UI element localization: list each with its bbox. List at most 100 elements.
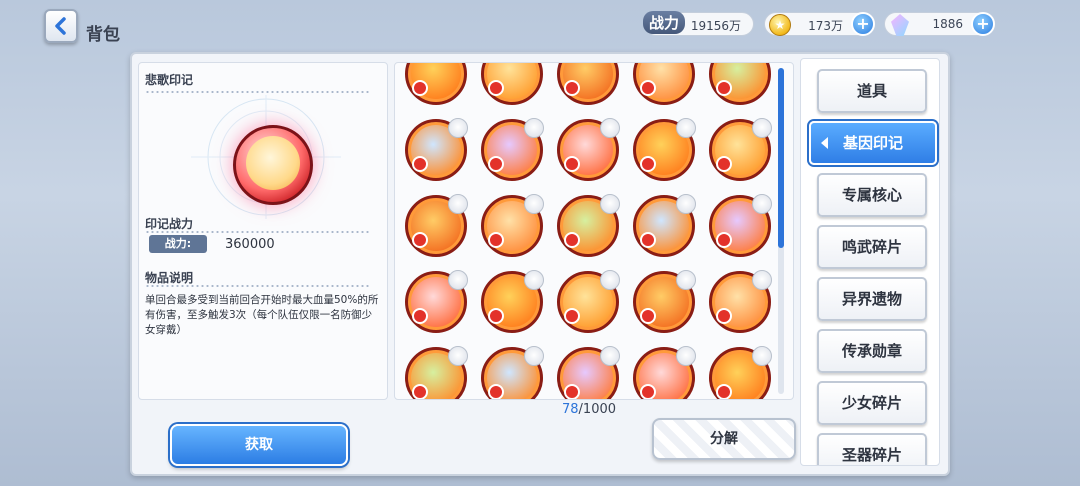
tab-medals[interactable]: 传承勋章 (817, 329, 927, 373)
item-slot[interactable] (709, 346, 772, 399)
owner-avatar-icon (676, 118, 696, 138)
mark-badge-icon (412, 156, 428, 172)
item-slot[interactable] (481, 194, 544, 257)
mark-badge-icon (564, 232, 580, 248)
owner-avatar-icon (524, 118, 544, 138)
item-slot[interactable] (405, 194, 468, 257)
desc-section-title: 物品说明 (145, 271, 194, 285)
mark-badge-icon (640, 384, 656, 399)
mark-badge-icon (488, 232, 504, 248)
gold-value: 173万 (808, 19, 843, 33)
power-display: 战力 19156万 (643, 11, 754, 36)
selected-item-icon (233, 125, 313, 205)
tab-girl-shards[interactable]: 少女碎片 (817, 381, 927, 425)
backpack-panel: 悲歌印记 印记战力 战力: 360000 物品说明 单回合最多受到当前回合开始时… (130, 52, 950, 476)
item-slot[interactable] (405, 118, 468, 181)
mark-badge-icon (716, 308, 732, 324)
mark-badge-icon (716, 156, 732, 172)
mark-badge-icon (564, 80, 580, 96)
mark-badge-icon (640, 232, 656, 248)
item-description: 单回合最多受到当前回合开始时最大血量50%的所有伤害，至多触发3次（每个队伍仅限… (145, 294, 379, 336)
power-value: 19156万 (690, 19, 741, 33)
owner-avatar-icon (524, 346, 544, 366)
owner-avatar-icon (524, 270, 544, 290)
owner-avatar-icon (676, 194, 696, 214)
owner-avatar-icon (600, 346, 620, 366)
mark-badge-icon (488, 156, 504, 172)
item-slot[interactable] (557, 270, 620, 333)
item-slot[interactable] (709, 63, 771, 105)
item-slot[interactable] (405, 270, 468, 333)
item-slot[interactable] (633, 270, 696, 333)
mark-badge-icon (640, 80, 656, 96)
power-tag: 战力: (149, 235, 207, 253)
owner-avatar-icon (676, 346, 696, 366)
mark-badge-icon (716, 384, 732, 399)
tab-items[interactable]: 道具 (817, 69, 927, 113)
add-gold-button[interactable]: + (851, 12, 875, 36)
item-detail-pane: 悲歌印记 印记战力 战力: 360000 物品说明 单回合最多受到当前回合开始时… (138, 62, 388, 400)
owner-avatar-icon (524, 194, 544, 214)
power-section-title: 印记战力 (145, 217, 194, 231)
item-slot[interactable] (557, 63, 619, 105)
owner-avatar-icon (448, 118, 468, 138)
owner-avatar-icon (752, 270, 772, 290)
item-slot[interactable] (633, 63, 695, 105)
mark-badge-icon (564, 384, 580, 399)
gem-value: 1886 (932, 17, 963, 31)
item-grid (394, 62, 794, 400)
owner-avatar-icon (600, 270, 620, 290)
mark-badge-icon (564, 308, 580, 324)
item-power-value: 360000 (225, 237, 275, 252)
owner-avatar-icon (676, 270, 696, 290)
item-name: 悲歌印记 (145, 73, 194, 87)
gold-coin-icon: ★ (769, 14, 791, 36)
tab-relics[interactable]: 异界遗物 (817, 277, 927, 321)
mark-badge-icon (640, 308, 656, 324)
item-slot[interactable] (709, 194, 772, 257)
item-slot[interactable] (557, 118, 620, 181)
item-slot[interactable] (481, 346, 544, 399)
item-slot[interactable] (481, 63, 543, 105)
divider (145, 231, 371, 233)
tab-exclusive-cores[interactable]: 专属核心 (817, 173, 927, 217)
mark-badge-icon (412, 232, 428, 248)
item-slot[interactable] (633, 194, 696, 257)
item-slot[interactable] (557, 346, 620, 399)
back-button[interactable] (44, 9, 78, 43)
item-slot[interactable] (633, 118, 696, 181)
owner-avatar-icon (448, 270, 468, 290)
item-slot[interactable] (557, 194, 620, 257)
owner-avatar-icon (600, 118, 620, 138)
mark-badge-icon (412, 308, 428, 324)
item-slot[interactable] (481, 118, 544, 181)
owner-avatar-icon (448, 194, 468, 214)
chevron-left-icon (55, 17, 66, 35)
add-gem-button[interactable]: + (971, 12, 995, 36)
obtain-button[interactable]: 获取 (170, 424, 348, 466)
item-slot[interactable] (481, 270, 544, 333)
divider (145, 285, 371, 287)
inventory-count: 78/1000 (562, 402, 617, 417)
power-label: 战力 (643, 11, 686, 34)
item-slot[interactable] (633, 346, 696, 399)
owner-avatar-icon (448, 346, 468, 366)
item-slot[interactable] (709, 118, 772, 181)
tab-artifact-shards[interactable]: 圣器碎片 (817, 433, 927, 465)
mark-badge-icon (564, 156, 580, 172)
item-slot[interactable] (405, 346, 468, 399)
gold-display: ★ 173万 + (764, 12, 875, 36)
tab-weapon-shards[interactable]: 鸣武碎片 (817, 225, 927, 269)
scrollbar-thumb[interactable] (778, 68, 784, 248)
crystal-icon (891, 14, 909, 36)
mark-badge-icon (716, 80, 732, 96)
decompose-button[interactable]: 分解 (652, 418, 796, 460)
mark-badge-icon (488, 80, 504, 96)
item-slot[interactable] (405, 63, 467, 105)
owner-avatar-icon (752, 194, 772, 214)
mark-badge-icon (488, 384, 504, 399)
item-slot[interactable] (709, 270, 772, 333)
tab-gene-marks[interactable]: 基因印记 (809, 121, 937, 165)
mark-badge-icon (412, 80, 428, 96)
mark-badge-icon (716, 232, 732, 248)
